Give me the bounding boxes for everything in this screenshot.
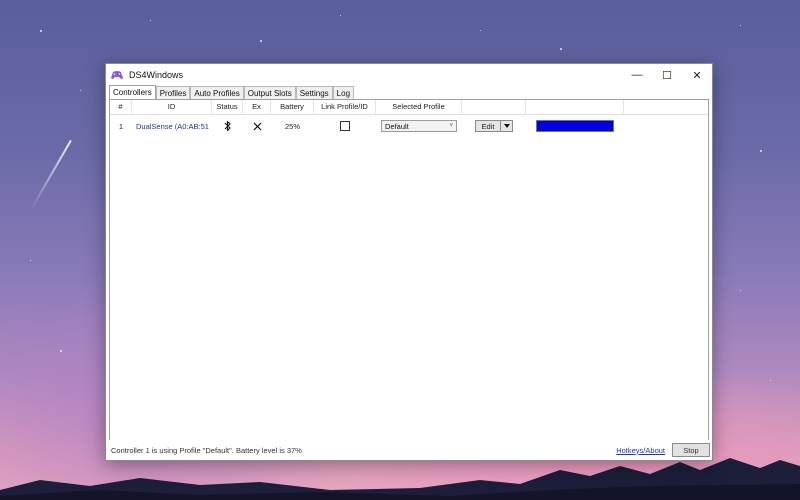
star <box>260 40 262 42</box>
ds4windows-window: DS4Windows — ☐ ✕ Controllers Profiles Au… <box>105 63 713 461</box>
battery-level: 25% <box>284 121 300 131</box>
edit-button[interactable]: Edit <box>475 120 501 132</box>
tab-controllers[interactable]: Controllers <box>109 85 156 99</box>
profile-select-value: Default <box>385 121 409 131</box>
hotkeys-about-link[interactable]: Hotkeys/About <box>616 446 665 455</box>
star <box>740 290 741 291</box>
tab-strip: Controllers Profiles Auto Profiles Outpu… <box>109 85 355 99</box>
window-title: DS4Windows <box>129 70 184 80</box>
status-bar: Controller 1 is using Profile "Default".… <box>106 440 712 460</box>
chevron-down-icon: ˅ <box>449 123 453 129</box>
row-filler <box>624 115 708 137</box>
star <box>60 350 62 352</box>
controller-row: 1 DualSense (A0:AB:51 25% Default ˅ Edit <box>110 115 708 137</box>
link-profile-cell <box>314 115 376 137</box>
star <box>340 15 341 16</box>
header-edit[interactable] <box>462 100 526 114</box>
table-header: # ID Status Ex Battery Link Profile/ID S… <box>110 100 708 115</box>
star <box>80 90 81 91</box>
star <box>560 48 562 50</box>
bluetooth-icon <box>212 115 243 137</box>
row-number: 1 <box>118 121 124 131</box>
tab-settings[interactable]: Settings <box>295 86 333 99</box>
header-id[interactable]: ID <box>132 100 212 114</box>
star <box>740 25 741 26</box>
profile-select[interactable]: Default ˅ <box>381 120 457 132</box>
title-bar: DS4Windows — ☐ ✕ <box>106 64 712 86</box>
status-message: Controller 1 is using Profile "Default".… <box>111 445 302 455</box>
header-ex[interactable]: Ex <box>243 100 271 114</box>
edit-cell: Edit <box>462 115 526 137</box>
star <box>760 150 762 152</box>
star <box>480 30 481 31</box>
meteor <box>30 140 72 211</box>
controller-id[interactable]: DualSense (A0:AB:51 <box>132 115 212 137</box>
edit-dropdown-button[interactable] <box>501 120 513 132</box>
header-filler <box>624 100 708 114</box>
gamepad-icon <box>110 68 124 82</box>
tab-output-slots[interactable]: Output Slots <box>243 86 296 99</box>
star <box>30 260 31 261</box>
header-battery[interactable]: Battery <box>271 100 314 114</box>
tab-log[interactable]: Log <box>332 86 355 99</box>
controllers-panel: # ID Status Ex Battery Link Profile/ID S… <box>109 99 709 442</box>
triangle-down-icon <box>503 124 510 128</box>
header-num[interactable]: # <box>110 100 132 114</box>
light-color-cell <box>526 115 624 137</box>
edit-split-button: Edit <box>475 120 513 132</box>
tab-auto-profiles[interactable]: Auto Profiles <box>190 86 244 99</box>
star <box>40 30 42 32</box>
close-icon[interactable] <box>243 115 271 137</box>
close-button[interactable]: ✕ <box>682 64 712 86</box>
maximize-button[interactable]: ☐ <box>652 64 682 86</box>
stop-button[interactable]: Stop <box>672 443 710 457</box>
header-selected-profile[interactable]: Selected Profile <box>376 100 462 114</box>
star <box>150 20 151 21</box>
header-status[interactable]: Status <box>212 100 243 114</box>
star <box>770 380 771 381</box>
minimize-button[interactable]: — <box>622 64 652 86</box>
tab-profiles[interactable]: Profiles <box>155 86 191 99</box>
lightbar-color-swatch[interactable] <box>536 120 614 132</box>
link-profile-checkbox[interactable] <box>340 121 350 131</box>
header-light-color[interactable] <box>526 100 624 114</box>
profile-cell: Default ˅ <box>376 115 462 137</box>
desktop: DS4Windows — ☐ ✕ Controllers Profiles Au… <box>0 0 800 500</box>
header-link-profile[interactable]: Link Profile/ID <box>314 100 376 114</box>
